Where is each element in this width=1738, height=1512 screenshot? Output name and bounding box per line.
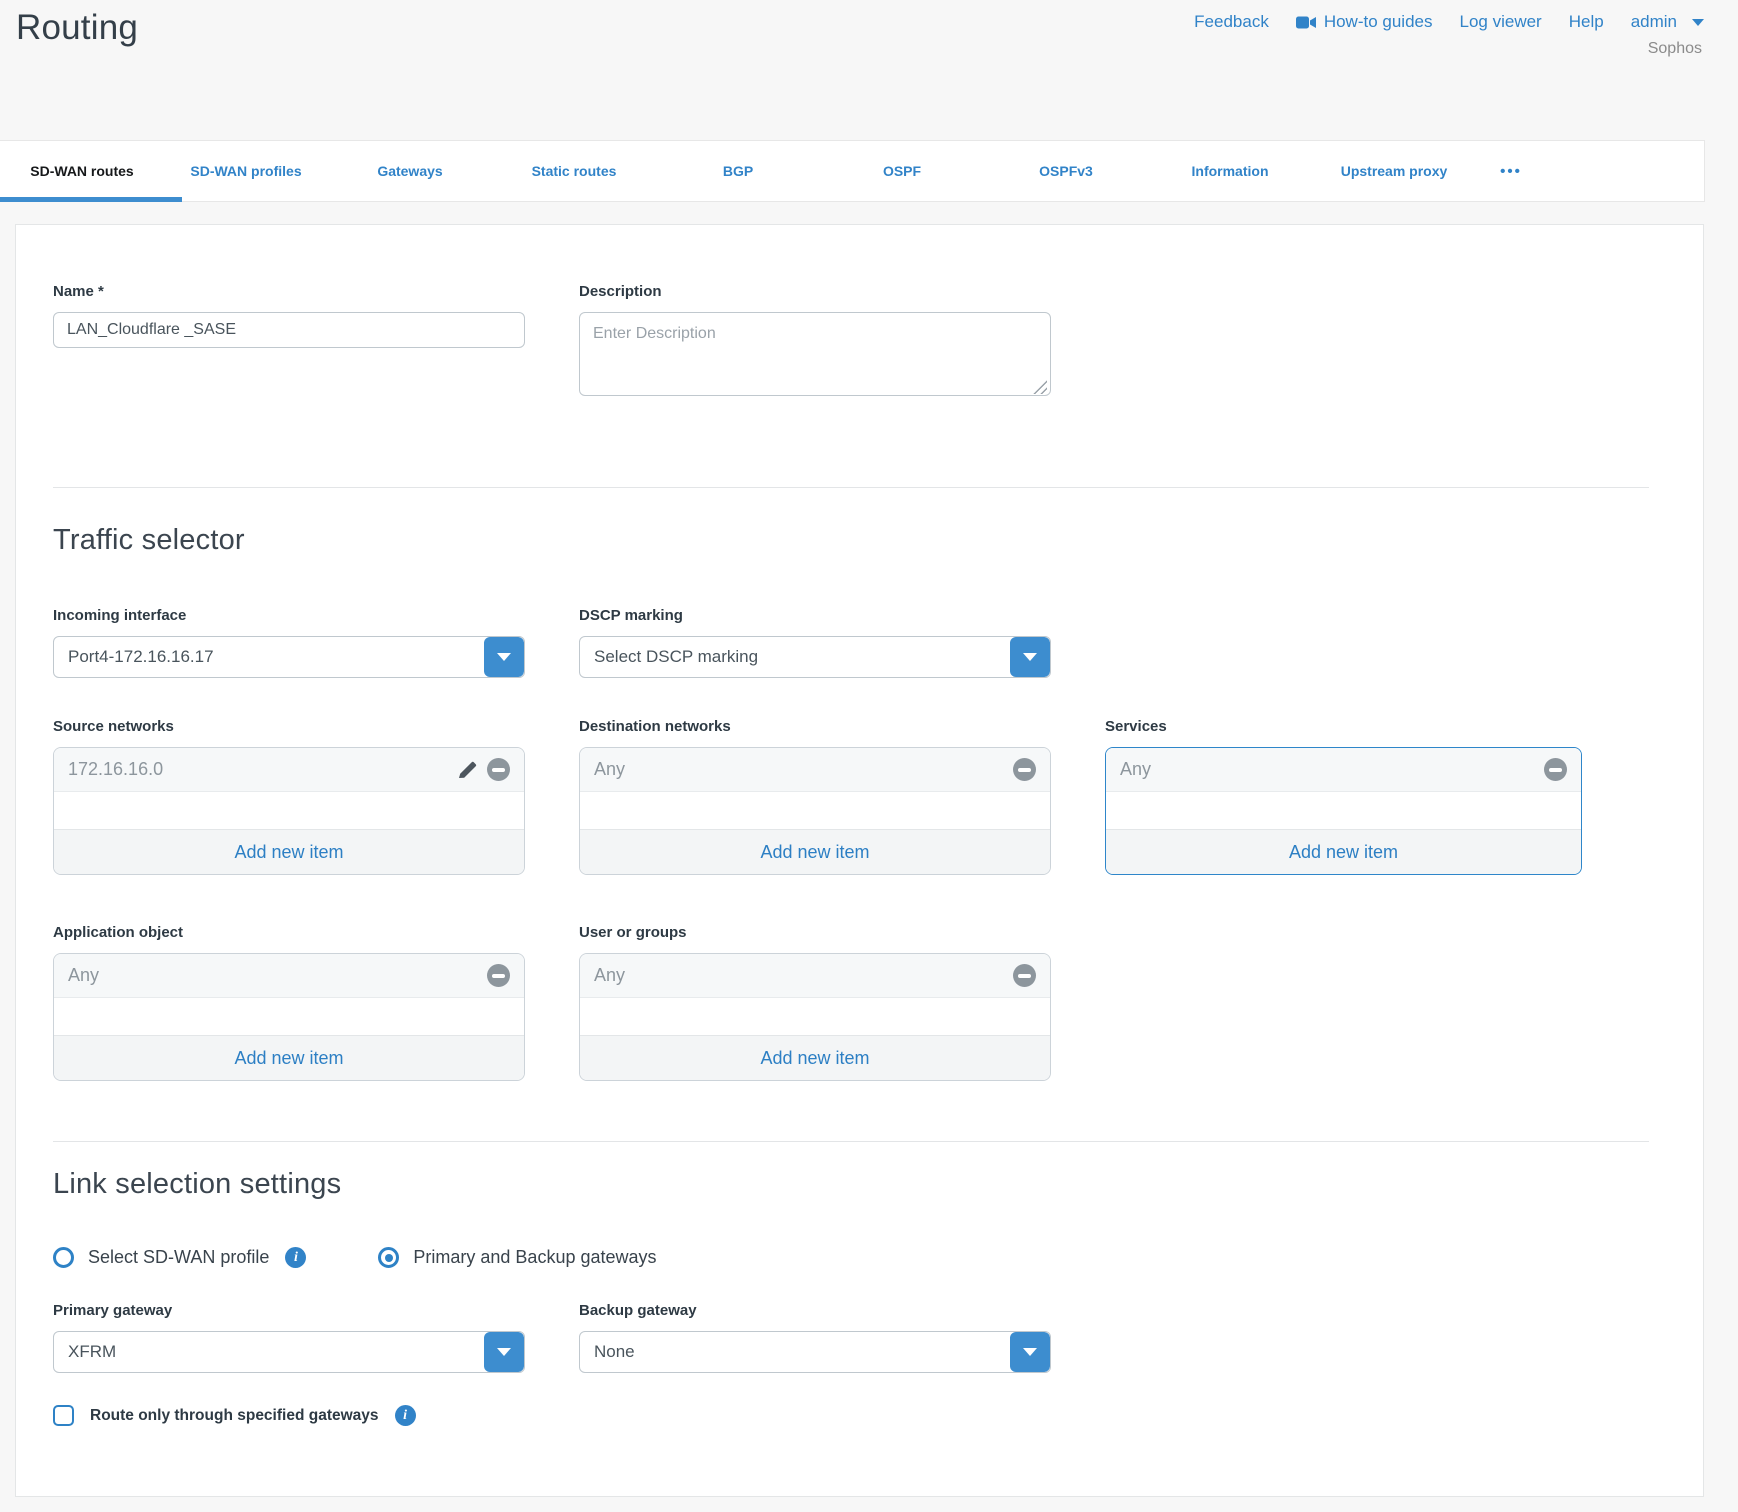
list-item: Any (1106, 748, 1581, 792)
application-object-box: Any Add new item (53, 953, 525, 1081)
page-title: Routing (16, 8, 138, 48)
route-only-checkbox[interactable] (53, 1405, 74, 1426)
list-item: 172.16.16.0 (54, 748, 524, 792)
name-label: Name * (53, 283, 525, 300)
tab-upstream-proxy[interactable]: Upstream proxy (1312, 141, 1476, 201)
route-only-row: Route only through specified gateways (53, 1405, 1649, 1426)
primary-gateway-select[interactable]: XFRM (53, 1331, 525, 1373)
tab-ospfv3[interactable]: OSPFv3 (984, 141, 1148, 201)
tab-bar: SD-WAN routes SD-WAN profiles Gateways S… (0, 140, 1705, 202)
chevron-down-icon (1692, 19, 1704, 26)
dscp-marking-label: DSCP marking (579, 607, 1051, 624)
user-or-groups-group: User or groups Any Add new item (579, 924, 1051, 1081)
add-new-item-button[interactable]: Add new item (1106, 829, 1581, 874)
dscp-marking-group: DSCP marking Select DSCP marking (579, 607, 1051, 678)
remove-icon[interactable] (1544, 758, 1567, 781)
tab-static-routes[interactable]: Static routes (492, 141, 656, 201)
header-nav: Feedback How-to guides Log viewer Help a… (1194, 12, 1704, 32)
services-label: Services (1105, 718, 1577, 735)
application-object-group: Application object Any Add new item (53, 924, 525, 1081)
incoming-interface-group: Incoming interface Port4-172.16.16.17 (53, 607, 525, 678)
help-link[interactable]: Help (1569, 12, 1604, 32)
route-only-label: Route only through specified gateways (90, 1407, 379, 1425)
video-camera-icon (1296, 16, 1316, 29)
info-icon[interactable] (285, 1247, 306, 1268)
tab-gateways[interactable]: Gateways (328, 141, 492, 201)
backup-gateway-select[interactable]: None (579, 1331, 1051, 1373)
info-icon[interactable] (395, 1405, 416, 1426)
chevron-down-icon[interactable] (1010, 637, 1050, 677)
page-header: Routing Feedback How-to guides Log viewe… (0, 0, 1738, 140)
user-or-groups-label: User or groups (579, 924, 1051, 941)
name-field-group: Name * (53, 283, 525, 401)
remove-icon[interactable] (487, 964, 510, 987)
link-selection-radio-group: Select SD-WAN profile Primary and Backup… (53, 1247, 1649, 1268)
tab-ospf[interactable]: OSPF (820, 141, 984, 201)
chevron-down-icon[interactable] (484, 1332, 524, 1372)
list-item: Any (54, 954, 524, 998)
divider (53, 487, 1649, 488)
radio-icon[interactable] (378, 1247, 399, 1268)
chevron-down-icon[interactable] (484, 637, 524, 677)
services-group: Services Any Add new item (1105, 718, 1577, 875)
list-item: Any (580, 748, 1050, 792)
user-menu[interactable]: admin (1631, 12, 1704, 32)
remove-icon[interactable] (1013, 964, 1036, 987)
divider (53, 1141, 1649, 1142)
destination-networks-box: Any Add new item (579, 747, 1051, 875)
remove-icon[interactable] (487, 758, 510, 781)
feedback-link[interactable]: Feedback (1194, 12, 1269, 32)
traffic-selector-heading: Traffic selector (53, 524, 1649, 557)
name-input[interactable] (53, 312, 525, 348)
log-viewer-link[interactable]: Log viewer (1460, 12, 1542, 32)
backup-gateway-group: Backup gateway None (579, 1302, 1051, 1373)
howto-guides-link[interactable]: How-to guides (1296, 12, 1433, 32)
tab-sdwan-profiles[interactable]: SD-WAN profiles (164, 141, 328, 201)
list-item: Any (580, 954, 1050, 998)
link-selection-heading: Link selection settings (53, 1168, 1649, 1201)
add-new-item-button[interactable]: Add new item (54, 1035, 524, 1080)
chevron-down-icon[interactable] (1010, 1332, 1050, 1372)
primary-gateway-label: Primary gateway (53, 1302, 525, 1319)
dscp-marking-select[interactable]: Select DSCP marking (579, 636, 1051, 678)
backup-gateway-label: Backup gateway (579, 1302, 1051, 1319)
incoming-interface-label: Incoming interface (53, 607, 525, 624)
radio-primary-backup-gateways[interactable]: Primary and Backup gateways (378, 1247, 656, 1268)
radio-select-sdwan-profile[interactable]: Select SD-WAN profile (53, 1247, 269, 1268)
add-new-item-button[interactable]: Add new item (580, 829, 1050, 874)
incoming-interface-select[interactable]: Port4-172.16.16.17 (53, 636, 525, 678)
destination-networks-label: Destination networks (579, 718, 1051, 735)
application-object-label: Application object (53, 924, 525, 941)
source-networks-box: 172.16.16.0 Add new item (53, 747, 525, 875)
description-label: Description (579, 283, 1051, 300)
more-tabs-button[interactable]: ••• (1476, 141, 1546, 201)
destination-networks-group: Destination networks Any Add new item (579, 718, 1051, 875)
add-new-item-button[interactable]: Add new item (580, 1035, 1050, 1080)
source-networks-group: Source networks 172.16.16.0 Add new item (53, 718, 525, 875)
tab-bgp[interactable]: BGP (656, 141, 820, 201)
edit-icon[interactable] (456, 759, 478, 781)
brand-label: Sophos (1648, 40, 1702, 58)
remove-icon[interactable] (1013, 758, 1036, 781)
radio-icon[interactable] (53, 1247, 74, 1268)
source-networks-label: Source networks (53, 718, 525, 735)
user-or-groups-box: Any Add new item (579, 953, 1051, 1081)
add-new-item-button[interactable]: Add new item (54, 829, 524, 874)
tab-information[interactable]: Information (1148, 141, 1312, 201)
tab-sdwan-routes[interactable]: SD-WAN routes (0, 141, 164, 201)
services-box: Any Add new item (1105, 747, 1582, 875)
description-field-group: Description (579, 283, 1051, 401)
primary-gateway-group: Primary gateway XFRM (53, 1302, 525, 1373)
description-textarea[interactable] (579, 312, 1051, 396)
content-card: Name * Description Traffic selector Inco… (15, 224, 1704, 1497)
